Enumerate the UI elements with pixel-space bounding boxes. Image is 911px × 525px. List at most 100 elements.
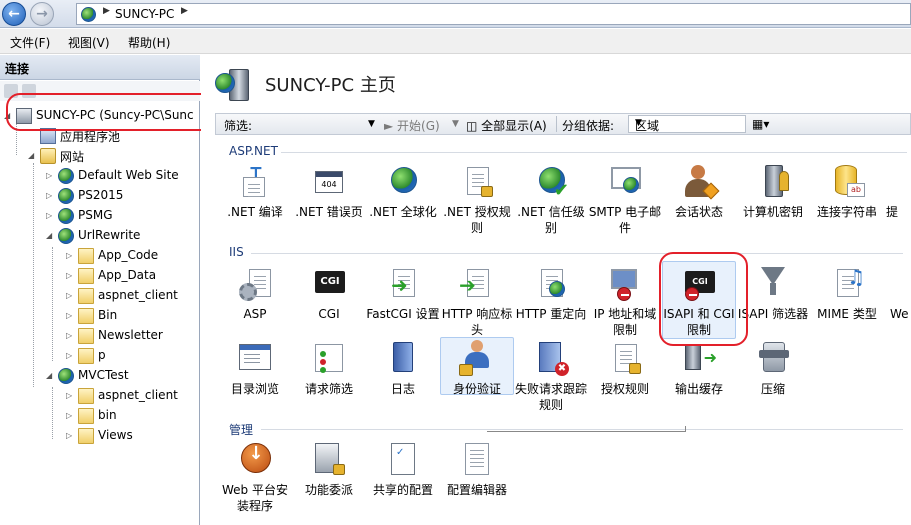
feature-http-redirect[interactable]: HTTP 重定向 bbox=[514, 265, 588, 322]
group-by-select[interactable]: 区域 ▼ bbox=[628, 115, 746, 133]
highlight-annotation bbox=[6, 93, 224, 131]
expand-arrow-icon[interactable]: ▷ bbox=[66, 391, 72, 400]
feature-asp[interactable]: ASP bbox=[218, 265, 292, 322]
feature-label: Web 平台安装程序 bbox=[222, 483, 288, 513]
server-globe-icon bbox=[81, 7, 96, 22]
filter-dropdown-icon[interactable]: ▼ bbox=[368, 119, 375, 129]
tree-label: App_Data bbox=[98, 268, 157, 282]
feature-smtp-email[interactable]: SMTP 电子邮件 bbox=[588, 163, 662, 236]
expand-arrow-icon[interactable]: ▷ bbox=[66, 331, 72, 340]
tree-label: aspnet_client bbox=[98, 388, 178, 402]
forward-button[interactable]: → bbox=[30, 2, 54, 26]
expand-arrow-icon[interactable]: ▷ bbox=[66, 351, 72, 360]
feature-label: 授权规则 bbox=[600, 382, 649, 396]
authorization-rules-icon bbox=[607, 340, 643, 376]
collapse-arrow-icon[interactable]: ◢ bbox=[46, 231, 52, 240]
machine-key-icon bbox=[755, 163, 791, 199]
feature-configuration-editor[interactable]: 配置编辑器 bbox=[440, 441, 514, 498]
tree-label: bin bbox=[98, 408, 117, 422]
breadcrumb[interactable]: ▶ SUNCY-PC ▶ bbox=[76, 3, 911, 25]
feature-output-caching[interactable]: ➜ 输出缓存 bbox=[662, 340, 736, 397]
feature-feature-delegation[interactable]: 功能委派 bbox=[292, 441, 366, 498]
feature-directory-browsing[interactable]: 目录浏览 bbox=[218, 340, 292, 397]
tree-label: PSMG bbox=[78, 208, 113, 222]
feature-label: 会话状态 bbox=[674, 205, 723, 219]
breadcrumb-arrow-icon[interactable]: ▶ bbox=[181, 6, 188, 16]
feature-cgi[interactable]: CGI CGI bbox=[292, 265, 366, 322]
feature-net-compilation[interactable]: ↧ .NET 编译 bbox=[218, 163, 292, 220]
compression-icon bbox=[755, 340, 791, 376]
collapse-arrow-icon[interactable]: ◢ bbox=[28, 151, 34, 160]
feature-authentication[interactable]: 身份验证 bbox=[440, 337, 514, 396]
start-dropdown-icon[interactable]: ▼ bbox=[452, 119, 459, 129]
view-mode-button[interactable]: ▦▾ bbox=[752, 117, 769, 131]
start-button[interactable]: ► 开始(G) bbox=[384, 117, 440, 134]
menu-view[interactable]: 视图(V) bbox=[68, 34, 110, 51]
feature-session-state[interactable]: 会话状态 bbox=[662, 163, 736, 220]
tree-guide bbox=[52, 247, 53, 361]
webdav-icon bbox=[890, 265, 911, 301]
expand-arrow-icon[interactable]: ▷ bbox=[66, 411, 72, 420]
breadcrumb-arrow-icon[interactable]: ▶ bbox=[103, 6, 110, 16]
home-feature-view: SUNCY-PC 主页 筛选: ▼ ► 开始(G) ▼ ◫ 全部显示(A) 分组… bbox=[201, 55, 911, 525]
feature-fastcgi-settings[interactable]: ➜ FastCGI 设置 bbox=[366, 265, 440, 322]
feature-label: 功能委派 bbox=[304, 483, 353, 497]
feature-failed-request-tracing[interactable]: ✖ 失败请求跟踪规则 bbox=[514, 340, 588, 413]
expand-arrow-icon[interactable]: ▷ bbox=[46, 191, 52, 200]
menu-help[interactable]: 帮助(H) bbox=[128, 34, 170, 51]
feature-mime-types[interactable]: ♫ MIME 类型 bbox=[810, 265, 884, 322]
back-button[interactable]: ← bbox=[2, 2, 26, 26]
feature-providers[interactable]: 提 bbox=[884, 163, 911, 220]
feature-label: .NET 全球化 bbox=[369, 205, 437, 219]
filter-bar: 筛选: ▼ ► 开始(G) ▼ ◫ 全部显示(A) 分组依据: 区域 ▼ ▦▾ bbox=[215, 113, 911, 135]
feature-shared-configuration[interactable]: 共享的配置 bbox=[366, 441, 440, 498]
show-all-button[interactable]: ◫ 全部显示(A) bbox=[466, 117, 547, 134]
feature-connection-strings[interactable]: ab 连接字符串 bbox=[810, 163, 884, 220]
expand-arrow-icon[interactable]: ▷ bbox=[46, 171, 52, 180]
expand-arrow-icon[interactable]: ▷ bbox=[66, 431, 72, 440]
feature-net-globalization[interactable]: .NET 全球化 bbox=[366, 163, 440, 220]
tree-label: 网站 bbox=[60, 150, 85, 164]
folder-icon bbox=[78, 388, 94, 404]
feature-authorization-rules[interactable]: 授权规则 bbox=[588, 340, 662, 397]
address-bar: ← → ▶ SUNCY-PC ▶ bbox=[0, 0, 911, 28]
server-home-icon bbox=[215, 67, 251, 103]
feature-request-filtering[interactable]: 请求筛选 bbox=[292, 340, 366, 397]
feature-label: 日志 bbox=[390, 382, 415, 396]
feature-label: FastCGI 设置 bbox=[366, 307, 440, 321]
folder-icon bbox=[78, 428, 94, 444]
feature-webdav[interactable]: We bbox=[884, 265, 911, 322]
expand-arrow-icon[interactable]: ▷ bbox=[66, 291, 72, 300]
expand-arrow-icon[interactable]: ▷ bbox=[66, 311, 72, 320]
feature-ip-domain-restrictions[interactable]: IP 地址和域限制 bbox=[588, 265, 662, 338]
feature-http-response-headers[interactable]: ➔ HTTP 响应标头 bbox=[440, 265, 514, 338]
feature-label: 压缩 bbox=[760, 382, 785, 396]
fastcgi-icon: ➜ bbox=[385, 265, 421, 301]
feature-web-platform-installer[interactable]: Web 平台安装程序 bbox=[218, 441, 292, 514]
feature-logging[interactable]: 日志 bbox=[366, 340, 440, 397]
website-globe-icon bbox=[58, 368, 74, 384]
feature-label: 失败请求跟踪规则 bbox=[514, 382, 587, 412]
sites-icon bbox=[40, 148, 56, 164]
menu-bar: 文件(F) 视图(V) 帮助(H) bbox=[0, 29, 911, 54]
breadcrumb-item-server[interactable]: SUNCY-PC bbox=[115, 7, 174, 21]
expand-arrow-icon[interactable]: ▷ bbox=[46, 211, 52, 220]
expand-arrow-icon[interactable]: ▷ bbox=[66, 271, 72, 280]
feature-label: CGI bbox=[318, 307, 340, 321]
feature-label: 请求筛选 bbox=[304, 382, 353, 396]
feature-machine-key[interactable]: 计算机密钥 bbox=[736, 163, 810, 220]
feature-label: 共享的配置 bbox=[372, 483, 433, 497]
feature-net-trust-levels[interactable]: ✔ .NET 信任级别 bbox=[514, 163, 588, 236]
filter-label: 筛选: bbox=[224, 119, 253, 133]
menu-file[interactable]: 文件(F) bbox=[10, 34, 50, 51]
expand-arrow-icon[interactable]: ▷ bbox=[66, 251, 72, 260]
tree-label: aspnet_client bbox=[98, 288, 178, 302]
feature-compression[interactable]: 压缩 bbox=[736, 340, 810, 397]
folder-icon bbox=[78, 348, 94, 364]
back-arrow-icon: ← bbox=[8, 6, 20, 22]
feature-net-error-pages[interactable]: 404 .NET 错误页 bbox=[292, 163, 366, 220]
feature-net-authorization-rules[interactable]: .NET 授权规则 bbox=[440, 163, 514, 236]
tree-guide bbox=[33, 163, 34, 387]
website-globe-icon bbox=[58, 168, 74, 184]
collapse-arrow-icon[interactable]: ◢ bbox=[46, 371, 52, 380]
